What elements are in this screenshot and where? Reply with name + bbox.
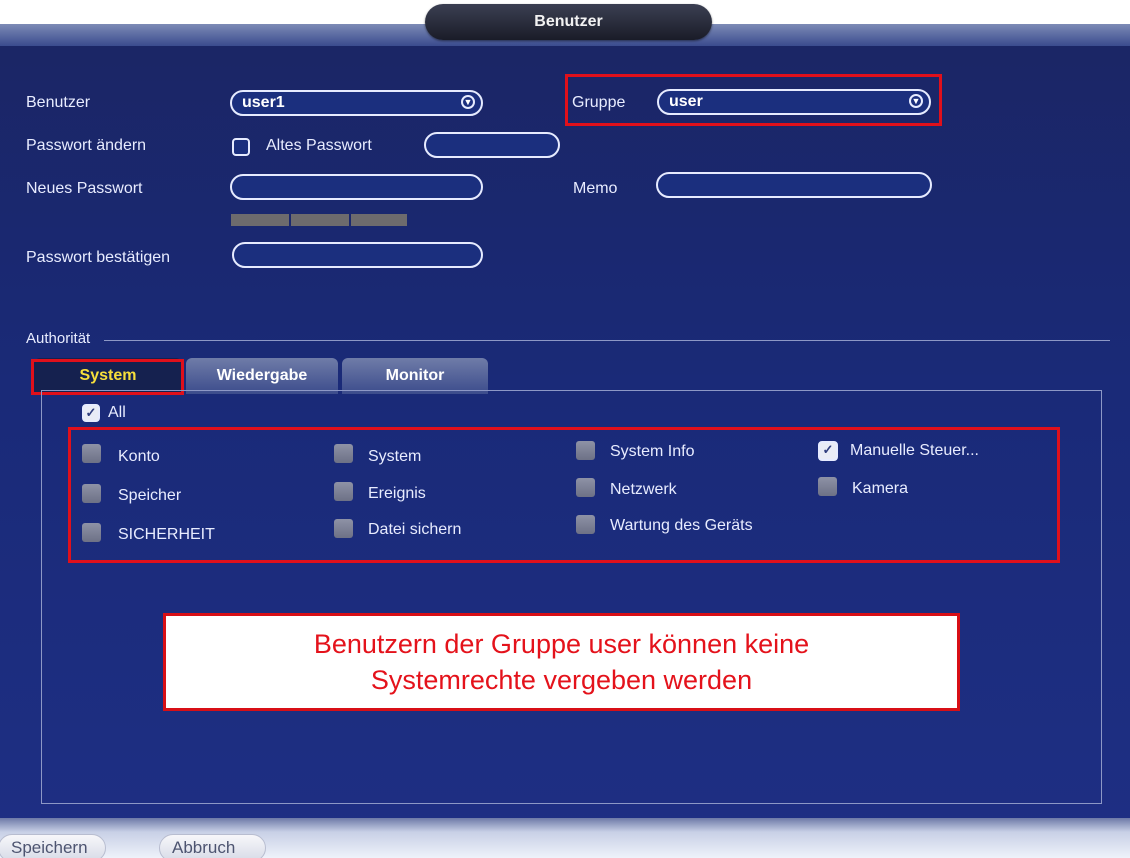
permission-checkbox	[576, 515, 595, 534]
user-select[interactable]: user1 ▼	[230, 90, 483, 116]
permission-label: Speicher	[118, 487, 182, 504]
permission-label: Netzwerk	[610, 481, 677, 498]
save-button[interactable]: Speichern	[0, 834, 106, 858]
user-select-value: user1	[242, 94, 285, 111]
permission-checkbox	[334, 519, 353, 538]
permission-checkbox	[334, 444, 353, 463]
group-label: Gruppe	[572, 94, 626, 111]
user-label: Benutzer	[26, 94, 91, 111]
confirm-password-label: Passwort bestätigen	[26, 249, 171, 266]
memo-label: Memo	[573, 180, 618, 197]
permission-checkbox	[82, 484, 101, 503]
permission-checkbox	[818, 477, 837, 496]
cancel-button[interactable]: Abbruch	[159, 834, 266, 858]
permission-checkbox	[82, 523, 101, 542]
permission-label: System Info	[610, 443, 695, 460]
permission-checkbox	[576, 478, 595, 497]
group-select[interactable]: user ▼	[657, 89, 931, 115]
password-strength-segment	[291, 214, 349, 226]
chevron-down-icon[interactable]: ▼	[909, 94, 923, 108]
permission-checkbox[interactable]: ✓	[818, 441, 838, 461]
permission-label: Datei sichern	[368, 521, 462, 538]
chevron-down-icon[interactable]: ▼	[461, 95, 475, 109]
new-password-input[interactable]	[230, 174, 483, 200]
old-password-label: Altes Passwort	[266, 137, 372, 154]
permission-label: Wartung des Geräts	[610, 517, 753, 534]
all-label: All	[108, 404, 126, 421]
permission-checkbox	[334, 482, 353, 501]
permission-label: Kamera	[852, 480, 909, 497]
user-settings-window: Benutzer Benutzer user1 ▼ Gruppe user ▼ …	[0, 0, 1130, 858]
authority-section-label: Authorität	[26, 330, 91, 347]
annotation-callout: Benutzern der Gruppe user können keine S…	[163, 613, 960, 711]
change-password-checkbox[interactable]	[232, 138, 250, 156]
tab-monitor[interactable]: Monitor	[342, 358, 488, 394]
group-select-value: user	[669, 93, 703, 110]
all-checkbox[interactable]: ✓	[82, 404, 100, 422]
confirm-password-input[interactable]	[232, 242, 483, 268]
password-strength-segment	[351, 214, 407, 226]
change-password-label: Passwort ändern	[26, 137, 147, 154]
new-password-label: Neues Passwort	[26, 180, 143, 197]
tab-wiedergabe[interactable]: Wiedergabe	[186, 358, 338, 394]
permission-label: Manuelle Steuer...	[850, 442, 979, 459]
memo-input[interactable]	[656, 172, 932, 198]
permission-checkbox	[82, 444, 101, 463]
annotation-line-2: Systemrechte vergeben werden	[370, 665, 753, 695]
section-divider	[104, 340, 1110, 341]
permission-label: System	[368, 448, 422, 465]
permission-label: Ereignis	[368, 485, 426, 502]
window-title: Benutzer	[425, 4, 712, 40]
annotation-line-1: Benutzern der Gruppe user können keine	[313, 629, 810, 659]
permission-label: SICHERHEIT	[118, 526, 215, 543]
old-password-input[interactable]	[424, 132, 560, 158]
permission-checkbox	[576, 441, 595, 460]
password-strength-segment	[231, 214, 289, 226]
permission-label: Konto	[118, 448, 160, 465]
